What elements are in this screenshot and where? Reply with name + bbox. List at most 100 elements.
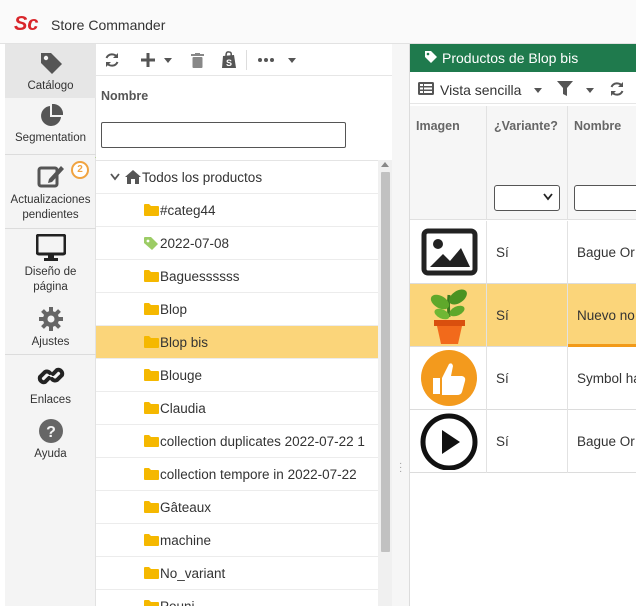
sidebar-item-label: Ayuda xyxy=(34,448,67,460)
name-filter-input[interactable] xyxy=(574,185,636,211)
sidebar-item-segmentation[interactable]: Segmentation xyxy=(5,102,96,152)
tree-node-label: Pouni xyxy=(160,599,195,606)
product-row[interactable]: Sí Nuevo no xyxy=(410,284,636,347)
cell-divider xyxy=(567,347,568,410)
gear-icon xyxy=(38,307,63,331)
caret-down-icon[interactable] xyxy=(534,88,542,93)
product-row[interactable]: Sí Bague Or xyxy=(410,221,636,284)
tree-node-label: No_variant xyxy=(160,566,226,581)
sidebar-item-catalog[interactable]: Catálogo xyxy=(5,44,96,98)
caret-down-icon[interactable] xyxy=(586,88,594,93)
edit-icon xyxy=(37,166,64,188)
chevron-down-icon xyxy=(543,193,553,201)
products-toolbar: Vista sencilla xyxy=(410,74,636,104)
refresh-button[interactable] xyxy=(102,50,122,70)
tree-node[interactable]: Blop bis xyxy=(96,326,378,359)
more-dropdown-button[interactable] xyxy=(286,50,298,70)
more-button[interactable] xyxy=(256,50,276,70)
product-variant: Sí xyxy=(496,371,509,386)
divider xyxy=(5,354,96,355)
shopify-button[interactable]: S xyxy=(219,50,239,70)
add-dropdown-button[interactable] xyxy=(162,50,174,70)
tree-node[interactable]: Gâteaux xyxy=(96,491,378,524)
add-button[interactable] xyxy=(138,50,158,70)
tree-node[interactable]: machine xyxy=(96,524,378,557)
folder-icon xyxy=(144,534,159,546)
tree-node-label: Todos los productos xyxy=(142,170,263,185)
tree-node-label: Blop bis xyxy=(160,335,209,350)
cell-divider xyxy=(486,221,487,284)
sidebar-item-label: Actualizaciones xyxy=(10,194,91,206)
product-row[interactable]: Sí Bague Or xyxy=(410,410,636,473)
tree-node[interactable]: collection duplicates 2022-07-22 1 xyxy=(96,425,378,458)
folder-icon xyxy=(144,369,159,381)
tree-node[interactable]: collection tempore in 2022-07-22 xyxy=(96,458,378,491)
tree-scrollbar[interactable] xyxy=(378,160,392,606)
help-icon: ? xyxy=(38,419,63,443)
cell-divider xyxy=(567,410,568,473)
product-variant: Sí xyxy=(496,245,509,260)
tree-root-node[interactable]: Todos los productos xyxy=(96,161,378,194)
delete-button[interactable] xyxy=(188,50,206,70)
column-header-variant[interactable]: ¿Variante? xyxy=(494,119,558,133)
filter-icon[interactable] xyxy=(557,81,573,97)
cell-divider xyxy=(486,347,487,410)
caret-down-icon xyxy=(164,57,172,63)
column-header-image[interactable]: Imagen xyxy=(416,119,460,133)
folder-icon xyxy=(144,600,159,606)
variant-filter-select[interactable] xyxy=(494,185,560,211)
sidebar-item-links[interactable]: Enlaces xyxy=(5,362,96,406)
folder-icon xyxy=(144,204,159,216)
sidebar-item-settings[interactable]: Ajustes xyxy=(5,306,96,350)
folder-icon xyxy=(144,567,159,579)
cell-divider xyxy=(486,284,487,347)
sidebar-item-label: Enlaces xyxy=(30,394,71,406)
tree-node[interactable]: #categ44 xyxy=(96,194,378,227)
tree-node-label: 2022-07-08 xyxy=(160,236,230,251)
view-mode-select[interactable]: Vista sencilla xyxy=(440,82,521,98)
product-name: Bague Or xyxy=(577,245,635,260)
refresh-icon xyxy=(105,53,119,67)
products-panel-title: Productos de Blop bis xyxy=(442,50,579,66)
chevron-down-icon[interactable] xyxy=(110,173,120,181)
list-view-icon xyxy=(418,82,434,95)
scroll-up-arrow[interactable] xyxy=(381,162,389,167)
refresh-icon[interactable] xyxy=(609,81,625,97)
sidebar-item-label: Diseño de xyxy=(24,266,77,278)
tag-icon xyxy=(144,237,158,250)
more-icon xyxy=(258,58,274,62)
category-tree-panel: S Nombre Todos los productos #categ44 202… xyxy=(96,44,392,606)
column-header-name[interactable]: Nombre xyxy=(574,119,621,133)
tree-node[interactable]: Blop xyxy=(96,293,378,326)
tree-node[interactable]: Blouge xyxy=(96,359,378,392)
potted-plant-icon xyxy=(430,289,467,344)
sidebar-item-page-design[interactable]: Diseño de página xyxy=(5,234,96,294)
tree-node[interactable]: Pouni xyxy=(96,590,378,606)
tree-node-label: Blouge xyxy=(160,368,203,383)
column-divider xyxy=(486,106,487,220)
cell-divider xyxy=(567,221,568,284)
tree-node[interactable]: 2022-07-08 xyxy=(96,227,378,260)
scroll-thumb[interactable] xyxy=(381,172,390,552)
app-title: Store Commander xyxy=(51,17,166,33)
tag-icon xyxy=(40,53,62,74)
folder-icon xyxy=(144,336,159,348)
product-variant: Sí xyxy=(496,308,509,323)
toolbar-divider xyxy=(246,50,247,70)
panel-splitter[interactable]: · · · xyxy=(392,44,409,606)
sidebar-item-help[interactable]: ? Ayuda xyxy=(5,418,96,462)
tree-node[interactable]: Claudia xyxy=(96,392,378,425)
caret-down-icon xyxy=(288,57,296,63)
notification-badge: 2 xyxy=(71,161,89,179)
svg-text:Sc: Sc xyxy=(14,13,38,34)
tree-node-label: #categ44 xyxy=(160,203,216,218)
tree-node[interactable]: Baguessssss xyxy=(96,260,378,293)
tag-icon xyxy=(425,51,437,63)
tree-filter-input[interactable] xyxy=(101,122,346,148)
product-row[interactable]: Sí Symbol ha xyxy=(410,347,636,410)
tree-node[interactable]: No_variant xyxy=(96,557,378,590)
store-commander-logo: Sc xyxy=(14,13,38,34)
cell-divider xyxy=(486,410,487,473)
splitter-grip[interactable]: · · · xyxy=(399,459,402,477)
column-divider xyxy=(567,106,568,220)
